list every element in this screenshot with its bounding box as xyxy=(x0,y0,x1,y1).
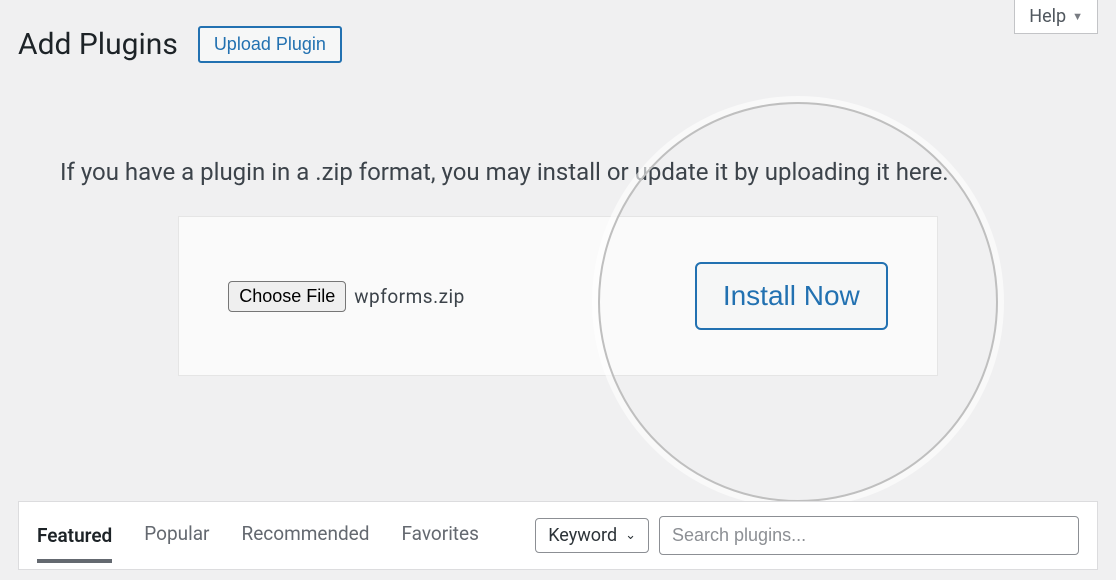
page-title: Add Plugins xyxy=(18,27,178,62)
choose-file-button[interactable]: Choose File xyxy=(228,281,346,312)
filter-bar: Featured Popular Recommended Favorites K… xyxy=(18,501,1098,570)
search-group: Keyword ⌄ xyxy=(535,516,1079,555)
chevron-down-icon: ⌄ xyxy=(625,528,636,543)
search-type-label: Keyword xyxy=(548,525,617,546)
file-input-group: Choose File wpforms.zip xyxy=(228,281,465,312)
search-input[interactable] xyxy=(659,516,1079,555)
upload-description: If you have a plugin in a .zip format, y… xyxy=(0,63,1116,216)
install-now-button[interactable]: Install Now xyxy=(695,262,888,330)
search-type-select[interactable]: Keyword ⌄ xyxy=(535,518,649,553)
tab-favorites[interactable]: Favorites xyxy=(401,522,478,549)
tab-recommended[interactable]: Recommended xyxy=(242,522,370,549)
tab-featured[interactable]: Featured xyxy=(37,524,112,563)
selected-file-name: wpforms.zip xyxy=(354,285,465,308)
page-header: Add Plugins Upload Plugin xyxy=(0,0,1116,63)
help-label: Help xyxy=(1029,6,1066,27)
tab-popular[interactable]: Popular xyxy=(144,522,209,549)
upload-plugin-button[interactable]: Upload Plugin xyxy=(198,26,342,63)
chevron-down-icon: ▼ xyxy=(1072,10,1083,23)
upload-box: Choose File wpforms.zip Install Now xyxy=(178,216,938,376)
help-tab[interactable]: Help ▼ xyxy=(1014,0,1098,34)
